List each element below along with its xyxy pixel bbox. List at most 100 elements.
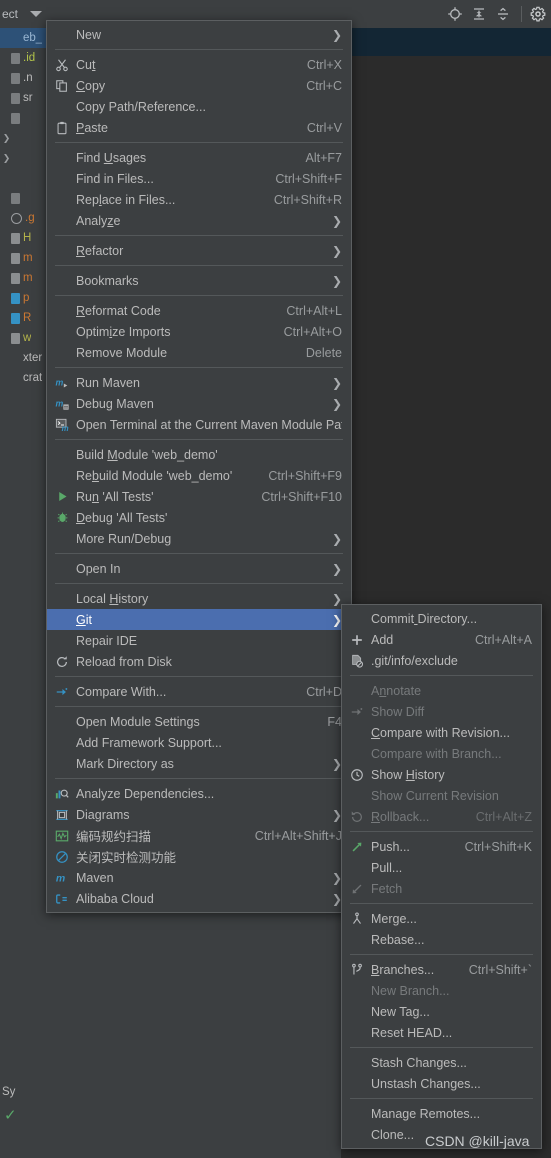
menu-item-maven[interactable]: m Maven ❯ <box>47 867 351 888</box>
menu-item-reset-head[interactable]: Reset HEAD... <box>342 1022 541 1043</box>
settings-gear-icon[interactable] <box>527 3 549 25</box>
menu-item-optimize-imports[interactable]: Optimize Imports Ctrl+Alt+O <box>47 321 351 342</box>
collapse-all-icon[interactable] <box>492 3 514 25</box>
menu-item-bookmarks[interactable]: Bookmarks ❯ <box>47 270 351 291</box>
file-exclude-icon <box>348 653 366 669</box>
menu-item-compare-with[interactable]: Compare With... Ctrl+D <box>47 681 351 702</box>
menu-item-branches[interactable]: Branches... Ctrl+Shift+` <box>342 959 541 980</box>
menu-item-open-module-settings[interactable]: Open Module Settings F4 <box>47 711 351 732</box>
menu-item-label: Compare With... <box>76 684 167 699</box>
chevron-down-icon[interactable] <box>30 11 43 17</box>
menu-item-reformat-code[interactable]: Reformat Code Ctrl+Alt+L <box>47 300 351 321</box>
menu-item-label: Analyze <box>76 213 121 228</box>
git-submenu[interactable]: Commit Directory... Add Ctrl+Alt+A .git/inf… <box>341 604 542 1149</box>
menu-item-manage-remotes[interactable]: Manage Remotes... <box>342 1103 541 1124</box>
menu-item-analyze-dependencies[interactable]: Analyze Dependencies... <box>47 783 351 804</box>
menu-item-copy[interactable]: Copy Ctrl+C <box>47 75 351 96</box>
menu-item-commit-directory[interactable]: Commit Directory... <box>342 608 541 629</box>
menu-item-pull[interactable]: Pull... <box>342 857 541 878</box>
project-tree-panel[interactable]: eb_ .id .n sr ❯ ❯ .g Hm m p Rw xter crat <box>0 28 52 1158</box>
menu-item-icon-slot <box>53 447 71 463</box>
tree-row-label: m <box>23 272 33 284</box>
menu-item-label: Unstash Changes... <box>371 1076 481 1091</box>
chevron-right-icon[interactable]: ❯ <box>2 153 11 164</box>
tree-row[interactable] <box>0 168 52 188</box>
menu-item-git-info-exclude[interactable]: .git/info/exclude <box>342 650 541 671</box>
tree-row[interactable]: .id <box>0 48 52 68</box>
menu-item-open-in[interactable]: Open In ❯ <box>47 558 351 579</box>
tree-row[interactable]: m <box>0 248 52 268</box>
menu-item-compare-with-revision[interactable]: Compare with Revision... <box>342 722 541 743</box>
tree-row[interactable]: w <box>0 328 52 348</box>
tree-row[interactable]: p <box>0 288 52 308</box>
menu-item-rebase[interactable]: Rebase... <box>342 929 541 950</box>
menu-item-编码规约扫描[interactable]: 编码规约扫描 Ctrl+Alt+Shift+J <box>47 825 351 846</box>
menu-item-find-in-files[interactable]: Find in Files... Ctrl+Shift+F <box>47 168 351 189</box>
tree-row[interactable]: .g <box>0 208 52 228</box>
chevron-right-icon[interactable]: ❯ <box>2 133 11 144</box>
tree-row[interactable] <box>0 108 52 128</box>
menu-item-analyze[interactable]: Analyze ❯ <box>47 210 351 231</box>
menu-item-git[interactable]: Git ❯ <box>47 609 351 630</box>
menu-item-label: Rebase... <box>371 932 425 947</box>
menu-item-refactor[interactable]: Refactor ❯ <box>47 240 351 261</box>
menu-item-push[interactable]: Push... Ctrl+Shift+K <box>342 836 541 857</box>
menu-item-label: Analyze Dependencies... <box>76 786 215 801</box>
menu-item-unstash-changes[interactable]: Unstash Changes... <box>342 1073 541 1094</box>
menu-separator <box>55 439 343 440</box>
menu-item-icon-slot <box>53 591 71 607</box>
menu-item-build-module-web-demo[interactable]: Build Module 'web_demo' <box>47 444 351 465</box>
tree-row[interactable]: ❯ <box>0 128 52 148</box>
menu-item-icon-slot <box>348 746 366 762</box>
menu-item-paste[interactable]: Paste Ctrl+V <box>47 117 351 138</box>
tree-row[interactable]: crat <box>0 368 52 388</box>
menu-item-stash-changes[interactable]: Stash Changes... <box>342 1052 541 1073</box>
menu-item-remove-module[interactable]: Remove Module Delete <box>47 342 351 363</box>
menu-item-merge[interactable]: Merge... <box>342 908 541 929</box>
menu-item-new-tag[interactable]: New Tag... <box>342 1001 541 1022</box>
menu-item-icon-slot <box>53 468 71 484</box>
tree-row[interactable]: H <box>0 228 52 248</box>
clipboard-icon <box>53 120 71 136</box>
menu-item-debug-maven[interactable]: m Debug Maven ❯ <box>47 393 351 414</box>
menu-item-cut[interactable]: Cut Ctrl+X <box>47 54 351 75</box>
menu-item-rebuild-module-web-demo[interactable]: Rebuild Module 'web_demo' Ctrl+Shift+F9 <box>47 465 351 486</box>
tree-row[interactable]: .n <box>0 68 52 88</box>
menu-item-more-run-debug[interactable]: More Run/Debug ❯ <box>47 528 351 549</box>
menu-item-open-terminal-at-the-current-maven-module-path[interactable]: m Open Terminal at the Current Maven Modu… <box>47 414 351 435</box>
tool-window-tab-label[interactable]: Sy <box>2 1086 15 1098</box>
menu-item-replace-in-files[interactable]: Replace in Files... Ctrl+Shift+R <box>47 189 351 210</box>
menu-item-new-branch: New Branch... <box>342 980 541 1001</box>
menu-item-alibaba-cloud[interactable]: Alibaba Cloud ❯ <box>47 888 351 909</box>
expand-all-icon[interactable] <box>468 3 490 25</box>
menu-item-repair-ide[interactable]: Repair IDE <box>47 630 351 651</box>
tree-row[interactable]: R <box>0 308 52 328</box>
menu-item-关闭实时检测功能[interactable]: 关闭实时检测功能 <box>47 846 351 867</box>
menu-item-run-all-tests[interactable]: Run 'All Tests' Ctrl+Shift+F10 <box>47 486 351 507</box>
tree-row[interactable]: ❯ <box>0 148 52 168</box>
menu-item-label: Annotate <box>371 683 422 698</box>
menu-item-diagrams[interactable]: Diagrams ❯ <box>47 804 351 825</box>
menu-item-run-maven[interactable]: m Run Maven ❯ <box>47 372 351 393</box>
menu-item-add[interactable]: Add Ctrl+Alt+A <box>342 629 541 650</box>
menu-item-copy-path-reference[interactable]: Copy Path/Reference... <box>47 96 351 117</box>
tree-row-label: sr <box>23 92 33 104</box>
menu-item-debug-all-tests[interactable]: Debug 'All Tests' <box>47 507 351 528</box>
locate-icon[interactable] <box>444 3 466 25</box>
menu-item-reload-from-disk[interactable]: Reload from Disk <box>47 651 351 672</box>
maven-run-icon: m <box>53 375 71 391</box>
menu-item-mark-directory-as[interactable]: Mark Directory as ❯ <box>47 753 351 774</box>
tree-row[interactable]: m <box>0 268 52 288</box>
menu-item-add-framework-support[interactable]: Add Framework Support... <box>47 732 351 753</box>
rollback-icon <box>348 809 366 825</box>
menu-item-find-usages[interactable]: Find Usages Alt+F7 <box>47 147 351 168</box>
tree-row[interactable] <box>0 188 52 208</box>
menu-item-local-history[interactable]: Local History ❯ <box>47 588 351 609</box>
tree-row[interactable]: sr <box>0 88 52 108</box>
menu-item-show-history[interactable]: Show History <box>342 764 541 785</box>
tree-row[interactable]: xter <box>0 348 52 368</box>
project-context-menu[interactable]: New ❯ Cut Ctrl+X Copy Ctrl+C Copy Path/Referen… <box>46 20 352 913</box>
menu-item-new[interactable]: New ❯ <box>47 24 351 45</box>
menu-item-icon-slot <box>53 99 71 115</box>
tree-row[interactable]: eb_ <box>0 28 52 48</box>
